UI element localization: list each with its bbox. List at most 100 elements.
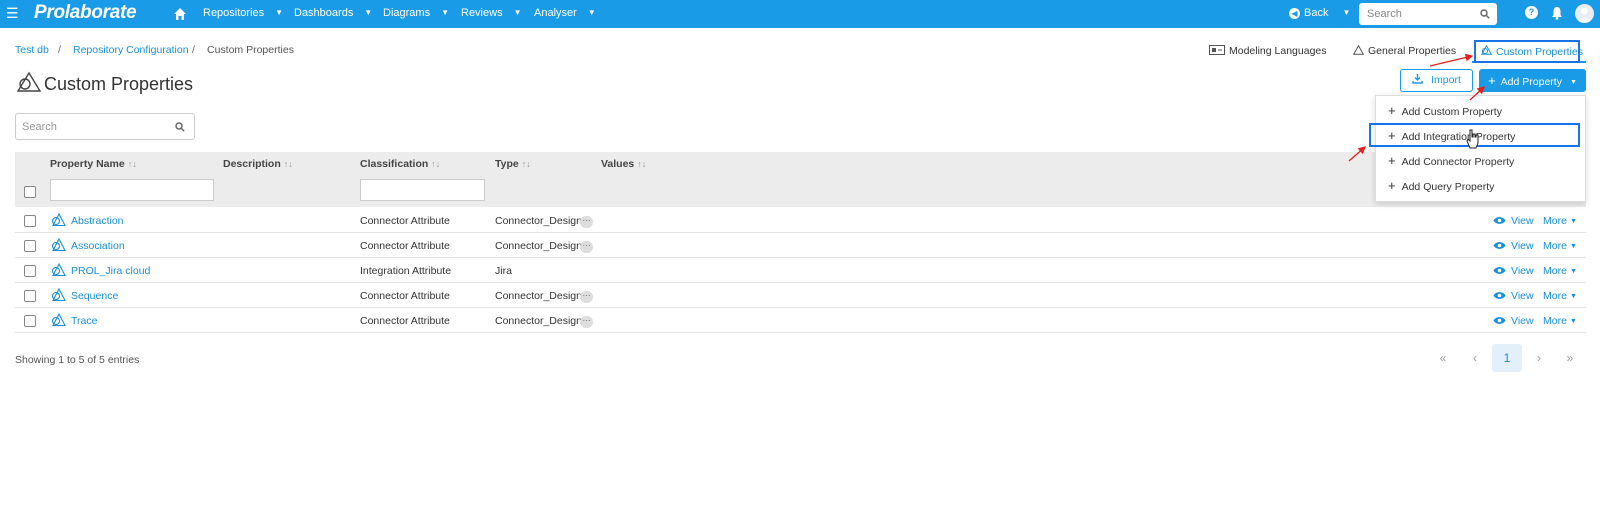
column-header-classification[interactable]: Classification ↑↓ [360, 158, 440, 170]
property-icon [50, 212, 66, 230]
chevron-down-icon: ▼ [1569, 293, 1577, 300]
nav-analyser[interactable]: Analyser ▼ [534, 7, 596, 19]
app-logo[interactable]: Prolaborate [34, 2, 137, 24]
property-name-link[interactable]: Trace [71, 315, 97, 327]
view-link[interactable]: View [1493, 315, 1534, 327]
breadcrumb-separator: / [58, 44, 61, 56]
top-navbar: ☰ Prolaborate Repositories ▼ Dashboards ▼ … [0, 0, 1600, 28]
more-actions-dropdown[interactable]: More ▼ [1543, 240, 1577, 252]
property-icon [50, 287, 66, 305]
property-icon [50, 312, 66, 330]
type-cell: Connector_Design [495, 215, 581, 227]
chevron-down-icon: ▼ [1569, 243, 1577, 250]
sort-icon: ↑↓ [637, 159, 647, 169]
sort-icon: ↑↓ [521, 159, 531, 169]
breadcrumb-test-db[interactable]: Test db [15, 44, 49, 56]
entries-info: Showing 1 to 5 of 5 entries [15, 354, 140, 366]
nav-diagrams[interactable]: Diagrams ▼ [383, 7, 449, 19]
first-page-button[interactable]: « [1428, 344, 1458, 372]
table-search-input[interactable]: Search [15, 113, 195, 140]
sort-icon: ↑↓ [283, 159, 293, 169]
filter-classification-input[interactable] [360, 179, 485, 201]
sort-icon: ↑↓ [431, 159, 441, 169]
view-link[interactable]: View [1493, 290, 1534, 302]
property-name-link[interactable]: Sequence [71, 290, 118, 302]
view-link[interactable]: View [1493, 265, 1534, 277]
type-cell: Connector_Design [495, 315, 581, 327]
chevron-down-icon: ▼ [1569, 318, 1577, 325]
more-values-icon[interactable]: ··· [576, 289, 593, 303]
type-cell: Jira [495, 265, 512, 277]
nav-dashboards[interactable]: Dashboards ▼ [294, 7, 372, 19]
property-icon [50, 237, 66, 255]
classification-cell: Connector Attribute [360, 290, 450, 302]
table-row: Abstraction Connector Attribute Connector_… [15, 208, 1586, 233]
classification-cell: Connector Attribute [360, 315, 450, 327]
classification-cell: Connector Attribute [360, 215, 450, 227]
custom-properties-title-icon [16, 71, 42, 92]
filter-property-name-input[interactable] [50, 179, 214, 201]
nav-repositories[interactable]: Repositories ▼ [203, 7, 283, 19]
eye-icon [1493, 217, 1506, 224]
page-number-button[interactable]: 1 [1492, 344, 1522, 372]
plus-icon: + [1388, 178, 1396, 193]
notification-bell-icon[interactable] [1551, 6, 1563, 20]
column-header-type[interactable]: Type ↑↓ [495, 158, 531, 170]
row-checkbox[interactable] [24, 265, 36, 277]
prev-page-button[interactable]: ‹ [1460, 344, 1490, 372]
table-row: Trace Connector Attribute Connector_Design… [15, 308, 1586, 333]
back-arrow-icon: ◀ [1289, 8, 1300, 19]
search-icon [1480, 9, 1490, 19]
table-row: Association Connector Attribute Connector_… [15, 233, 1586, 258]
next-page-button[interactable]: › [1524, 344, 1554, 372]
last-page-button[interactable]: » [1555, 344, 1585, 372]
breadcrumb-separator: / [192, 44, 195, 56]
more-values-icon[interactable]: ··· [576, 314, 593, 328]
user-avatar[interactable] [1575, 4, 1594, 23]
nav-reviews[interactable]: Reviews ▼ [461, 7, 522, 19]
annotation-arrows [1348, 53, 1485, 162]
column-header-property-name[interactable]: Property Name ↑↓ [50, 158, 137, 170]
more-actions-dropdown[interactable]: More ▼ [1543, 265, 1577, 277]
eye-icon [1493, 292, 1506, 299]
row-checkbox[interactable] [24, 215, 36, 227]
type-cell: Connector_Design [495, 240, 581, 252]
more-actions-dropdown[interactable]: More ▼ [1543, 290, 1577, 302]
table-row: PROL_Jira cloud Integration Attribute Jira… [15, 258, 1586, 283]
back-button[interactable]: ◀ Back ▼ [1289, 7, 1350, 19]
property-name-link[interactable]: Association [71, 240, 125, 252]
help-icon[interactable]: ? [1525, 6, 1538, 19]
select-all-checkbox[interactable] [24, 186, 36, 198]
hamburger-menu-icon[interactable]: ☰ [6, 5, 19, 21]
eye-icon [1493, 267, 1506, 274]
row-checkbox[interactable] [24, 240, 36, 252]
row-checkbox[interactable] [24, 315, 36, 327]
chevron-down-icon: ▼ [1569, 268, 1577, 275]
search-icon [175, 122, 185, 132]
modeling-languages-icon [1209, 45, 1225, 55]
property-icon [50, 262, 66, 280]
property-name-link[interactable]: PROL_Jira cloud [71, 265, 150, 277]
more-values-icon[interactable]: ··· [576, 239, 593, 253]
chevron-down-icon: ▼ [1569, 218, 1577, 225]
page-title: Custom Properties [16, 71, 193, 95]
column-header-values[interactable]: Values ↑↓ [601, 158, 646, 170]
table-row: Sequence Connector Attribute Connector_Des… [15, 283, 1586, 308]
breadcrumb-repository-configuration[interactable]: Repository Configuration [73, 44, 189, 56]
more-actions-dropdown[interactable]: More ▼ [1543, 315, 1577, 327]
home-icon[interactable] [172, 6, 188, 22]
menu-item-add-query-property[interactable]: + Add Query Property [1388, 178, 1494, 193]
row-checkbox[interactable] [24, 290, 36, 302]
global-search-input[interactable]: Search [1359, 3, 1497, 25]
column-header-description[interactable]: Description ↑↓ [223, 158, 293, 170]
tab-modeling-languages[interactable]: Modeling Languages [1209, 45, 1327, 57]
view-link[interactable]: View [1493, 240, 1534, 252]
breadcrumb-current: Custom Properties [207, 44, 294, 56]
view-link[interactable]: View [1493, 215, 1534, 227]
eye-icon [1493, 317, 1506, 324]
more-actions-dropdown[interactable]: More ▼ [1543, 215, 1577, 227]
type-cell: Connector_Design [495, 290, 581, 302]
sort-icon: ↑↓ [127, 159, 137, 169]
more-values-icon[interactable]: ··· [576, 214, 593, 228]
property-name-link[interactable]: Abstraction [71, 215, 124, 227]
